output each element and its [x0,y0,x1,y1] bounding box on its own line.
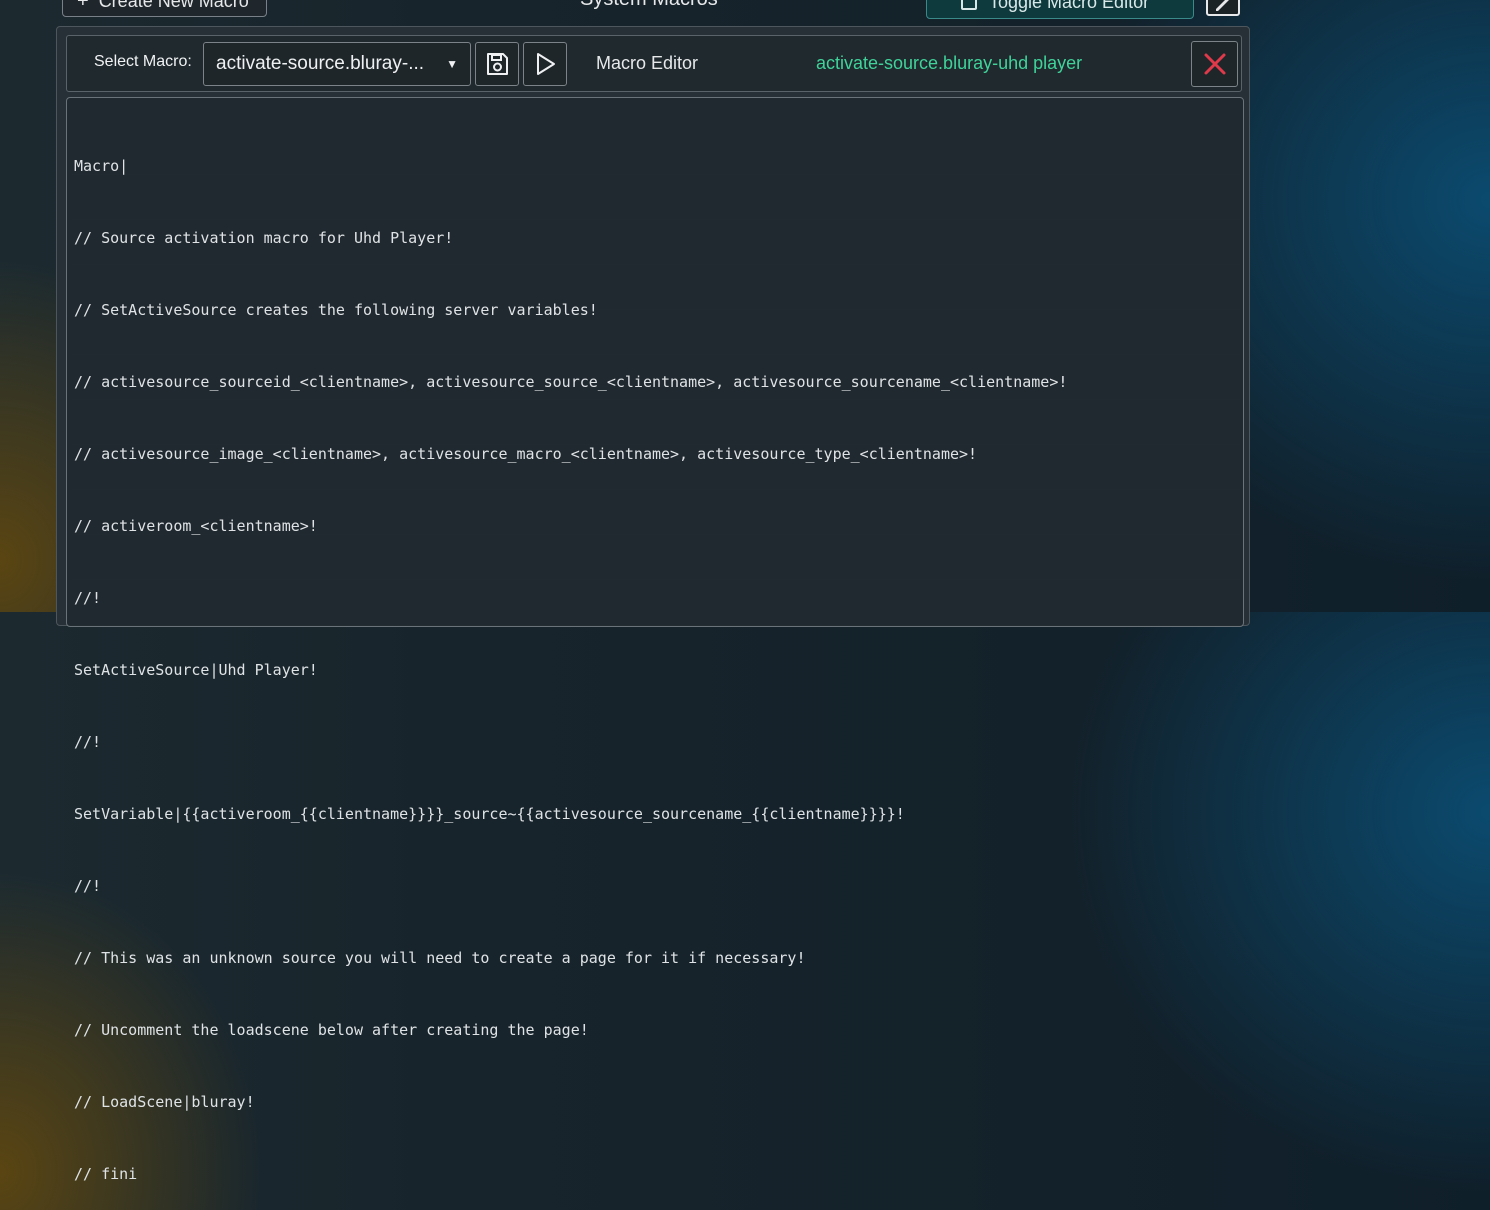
code-line: // Source activation macro for Uhd Playe… [74,229,454,247]
edit-button[interactable] [1206,0,1240,16]
page-title: System Macros [580,0,718,11]
close-editor-button[interactable] [1191,41,1238,87]
play-icon [537,53,555,75]
download-icon [961,0,977,10]
macro-select[interactable]: activate-source.bluray-... ▼ [203,42,471,86]
code-line: // Uncomment the loadscene below after c… [74,1021,589,1039]
pencil-icon [1216,0,1229,11]
code-line: // activesource_sourceid_<clientname>, a… [74,373,1068,391]
caret-down-icon: ▼ [446,57,458,71]
code-line: // SetActiveSource creates the following… [74,301,598,319]
macro-select-value: activate-source.bluray-... [216,53,425,74]
code-line: // LoadScene|bluray! [74,1093,255,1111]
select-macro-label: Select Macro: [94,53,192,70]
macro-editor-label: Macro Editor [596,53,699,73]
create-new-macro-label: Create New Macro [98,0,249,11]
code-line: //! [74,877,102,895]
plus-icon: + [77,0,89,12]
top-bar: + Create New Macro System Macros Toggle … [0,0,1490,24]
macro-code-text[interactable]: Macro| // Source activation macro for Uh… [74,106,1067,1210]
code-line: //! [74,589,102,607]
code-line: // activeroom_<clientname>! [74,517,318,535]
code-line: SetVariable|{{activeroom_{{clientname}}}… [74,805,905,823]
code-line: // This was an unknown source you will n… [74,949,806,967]
code-line: // activesource_image_<clientname>, acti… [74,445,978,463]
create-new-macro-button[interactable]: + Create New Macro [62,0,267,17]
run-macro-button[interactable] [523,42,567,86]
toggle-macro-editor-label: Toggle Macro Editor [989,0,1150,12]
close-icon [1204,53,1225,75]
code-line: // fini [74,1165,138,1183]
code-line: SetActiveSource|Uhd Player! [74,661,318,679]
code-line: Macro| [74,157,129,175]
save-icon [487,53,508,75]
current-macro-name: activate-source.bluray-uhd player [816,53,1083,73]
toggle-macro-editor-button[interactable]: Toggle Macro Editor [926,0,1194,19]
code-line: //! [74,733,102,751]
save-button[interactable] [475,42,519,86]
